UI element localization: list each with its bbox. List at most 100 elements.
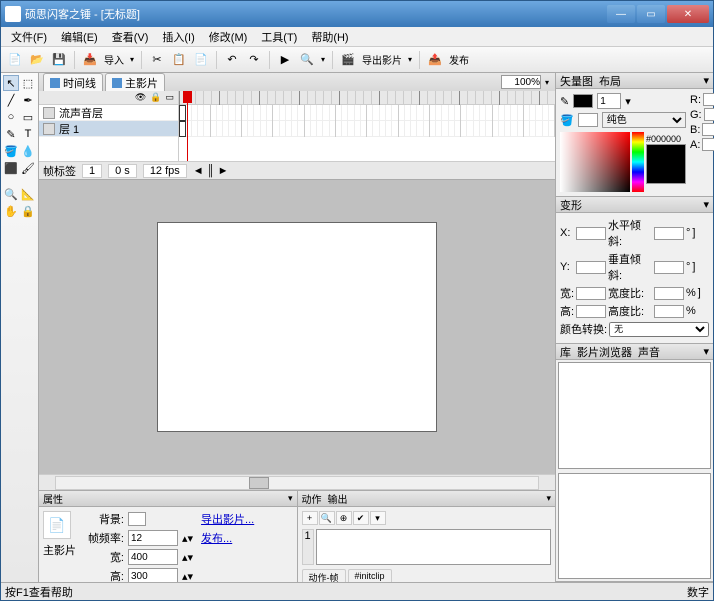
browser-tab[interactable]: 影片浏览器 [577,344,632,360]
action-find-button[interactable]: 🔍 [319,511,335,525]
stage[interactable] [157,222,437,432]
hand-tool[interactable]: ✋ [3,203,19,219]
layout-tab[interactable]: 布局 [599,73,621,89]
layer-sound[interactable]: 流声音层 [39,105,178,121]
spinner-icon[interactable]: ▴▾ [182,532,193,545]
r-input[interactable] [703,93,714,106]
vector-title[interactable]: 矢量图 [560,73,593,89]
stroke-width[interactable] [597,93,621,109]
color-transform-select[interactable]: 无 [609,322,709,337]
oval-tool[interactable]: ○ [3,109,19,125]
h-scrollbar[interactable] [39,474,555,490]
redo-button[interactable]: ↷ [244,50,264,70]
action-format-button[interactable]: ▾ [370,511,386,525]
menu-file[interactable]: 文件(F) [5,27,53,47]
script-textarea[interactable] [316,529,552,565]
layer-1[interactable]: 层 1 [39,121,178,137]
minimize-button[interactable]: — [607,5,635,23]
frame-ruler[interactable] [179,91,555,105]
tab-main-movie[interactable]: 主影片 [105,73,165,92]
fill-type[interactable]: 纯色 [602,112,686,128]
menu-modify[interactable]: 修改(M) [203,27,254,47]
action-tab-initclip[interactable]: #initclip [348,569,392,582]
height-input[interactable] [128,568,178,582]
menu-edit[interactable]: 编辑(E) [55,27,104,47]
menu-tools[interactable]: 工具(T) [255,27,303,47]
lock-icon[interactable]: 🔒 [150,92,161,103]
publish-link[interactable]: 发布... [201,530,254,546]
export-link[interactable]: 导出影片... [201,511,254,527]
b-input[interactable] [702,123,714,136]
preview-button[interactable]: 🔍 [297,50,317,70]
panel-menu-icon[interactable]: ▾ [288,493,293,504]
fill-swatch[interactable] [578,113,598,127]
transform-tool[interactable]: ⬛ [3,160,19,176]
lock-tool[interactable]: 🔒 [20,203,36,219]
wratio-input[interactable] [654,287,684,300]
dropper-tool[interactable]: 💧 [20,143,36,159]
frame-row-1[interactable] [179,121,555,137]
output-tab[interactable]: 输出 [328,491,348,506]
library-tab[interactable]: 库 [560,344,571,360]
import-icon[interactable]: 📥 [80,50,100,70]
arrow-tool[interactable]: ↖ [3,75,19,91]
import-dropdown[interactable]: ▾ [128,55,136,64]
zoom-tool[interactable]: 🔍 [3,186,19,202]
stroke-swatch[interactable] [573,94,593,108]
menu-view[interactable]: 查看(V) [106,27,155,47]
publish-icon[interactable]: 📤 [425,50,445,70]
library-list[interactable] [558,473,711,580]
text-tool[interactable]: T [20,126,36,142]
menu-insert[interactable]: 插入(I) [156,27,200,47]
play-button[interactable]: ▶ [275,50,295,70]
library-preview[interactable] [558,362,711,469]
hratio-input[interactable] [654,305,684,318]
ruler-tool[interactable]: 📐 [20,186,36,202]
color-gradient[interactable] [560,132,630,192]
paste-button[interactable]: 📄 [191,50,211,70]
fps-input[interactable] [128,530,178,546]
x-input[interactable] [576,227,606,240]
menu-help[interactable]: 帮助(H) [305,27,354,47]
outline-icon[interactable]: ▭ [165,92,174,103]
open-button[interactable]: 📂 [27,50,47,70]
new-button[interactable]: 📄 [5,50,25,70]
line-tool[interactable]: ╱ [3,92,19,108]
y-input[interactable] [576,261,606,274]
a-input[interactable] [702,138,714,151]
action-tab-frame[interactable]: 动作-帧 [302,569,346,582]
bucket-tool[interactable]: 🪣 [3,143,19,159]
frame-row-sound[interactable] [179,105,555,121]
copy-button[interactable]: 📋 [169,50,189,70]
export-icon[interactable]: 🎬 [338,50,358,70]
tab-timeline[interactable]: 时间线 [43,73,103,92]
frames-area[interactable] [179,91,555,161]
eye-icon[interactable]: 👁 [135,92,146,103]
action-check-button[interactable]: ✔ [353,511,369,525]
zoom-dropdown[interactable]: ▾ [543,78,551,87]
onion-button[interactable]: ◄ ║ ► [193,165,229,177]
cut-button[interactable]: ✂ [147,50,167,70]
subselect-tool[interactable]: ⬚ [20,75,36,91]
action-target-button[interactable]: ⊕ [336,511,352,525]
h-input[interactable] [576,305,606,318]
pen-tool[interactable]: ✒ [20,92,36,108]
maximize-button[interactable]: ▭ [637,5,665,23]
brush-tool[interactable]: 🖌 [20,160,36,176]
bg-swatch[interactable] [128,512,146,526]
action-add-button[interactable]: + [302,511,318,525]
hue-slider[interactable] [632,132,644,192]
undo-button[interactable]: ↶ [222,50,242,70]
w-input[interactable] [576,287,606,300]
hskew-input[interactable] [654,227,684,240]
close-button[interactable]: ✕ [667,5,709,23]
zoom-input[interactable] [501,75,541,89]
publish-label[interactable]: 发布 [447,52,471,67]
pencil-tool[interactable]: ✎ [3,126,19,142]
save-button[interactable]: 💾 [49,50,69,70]
g-input[interactable] [704,108,714,121]
import-label[interactable]: 导入 [102,52,126,67]
stage-area[interactable] [39,180,555,474]
transform-title[interactable]: 变形 [560,197,582,213]
rect-tool[interactable]: ▭ [20,109,36,125]
